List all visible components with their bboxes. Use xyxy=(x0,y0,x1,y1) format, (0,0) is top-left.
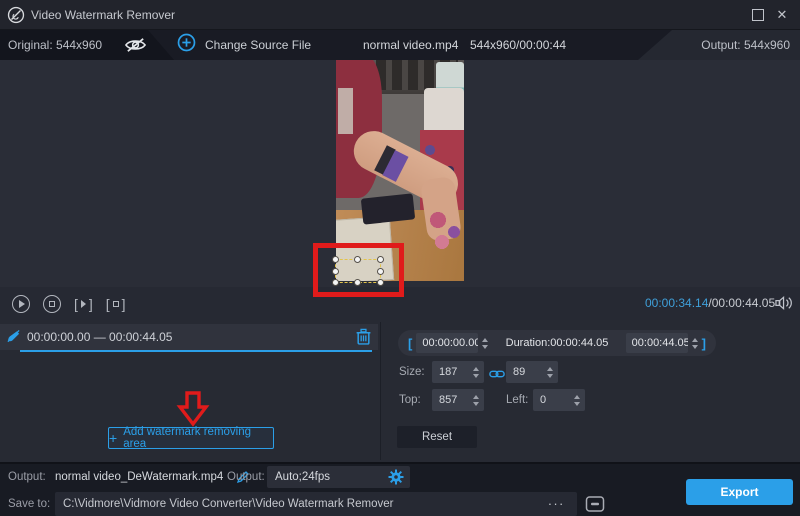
end-time-input[interactable] xyxy=(626,333,688,353)
top-stepper[interactable] xyxy=(473,395,479,406)
stop-segment-icon xyxy=(113,301,119,307)
top-field xyxy=(432,389,484,411)
plus-circle-icon xyxy=(177,33,196,57)
change-source-label: Change Source File xyxy=(205,38,311,52)
output-info-tab: Output: 544x960 xyxy=(638,30,800,60)
save-path-value: C:\Vidmore\Vidmore Video Converter\Video… xyxy=(63,492,393,516)
transport-buttons: [] [] xyxy=(12,294,126,313)
output-bar: Output: normal video_DeWatermark.mp4 Out… xyxy=(0,462,800,516)
video-art-layer xyxy=(361,193,415,224)
trim-end-bracket[interactable]: ] xyxy=(702,336,706,351)
stop-icon xyxy=(49,301,55,307)
original-resolution-label: Original: 544x960 xyxy=(8,30,102,60)
watermark-segment-row[interactable]: 00:00:00.00 — 00:00:44.05 xyxy=(0,324,378,350)
play-icon xyxy=(19,300,25,308)
start-time-input[interactable] xyxy=(416,333,478,353)
app-window: Video Watermark Remover ✕ Original: 544x… xyxy=(0,0,800,516)
export-button[interactable]: Export xyxy=(686,479,793,505)
end-time-stepper[interactable] xyxy=(692,338,698,349)
title-bar: Video Watermark Remover ✕ xyxy=(0,0,800,30)
link-ratio-icon[interactable] xyxy=(489,366,505,384)
browse-ellipsis-button[interactable]: ... xyxy=(548,489,565,513)
open-folder-icon[interactable] xyxy=(585,495,605,516)
size-label: Size: xyxy=(399,366,425,378)
stop-button[interactable] xyxy=(43,295,61,313)
width-input[interactable] xyxy=(439,366,473,378)
output-format-value: Auto;24fps xyxy=(275,466,330,488)
height-stepper[interactable] xyxy=(547,367,553,378)
height-field xyxy=(506,361,558,383)
save-to-label: Save to: xyxy=(8,498,50,510)
change-source-file-button[interactable]: Change Source File xyxy=(177,30,311,60)
preview-toggle-eye-icon[interactable] xyxy=(124,37,147,58)
play-button[interactable] xyxy=(12,295,30,313)
maximize-button[interactable] xyxy=(752,9,764,21)
source-bar: Original: 544x960 Change Source File nor… xyxy=(0,30,800,60)
total-time: /00:00:44.05 xyxy=(708,296,775,310)
close-button[interactable]: ✕ xyxy=(772,0,792,30)
stop-segment-button[interactable]: [] xyxy=(106,296,126,312)
output-file-name: normal video_DeWatermark.mp4 xyxy=(55,471,223,483)
lower-panels: 00:00:00.00 — 00:00:44.05 + Add watermar… xyxy=(0,320,800,462)
left-input[interactable] xyxy=(540,394,574,406)
annotation-highlight-rect xyxy=(313,243,404,297)
window-title: Video Watermark Remover xyxy=(31,0,175,30)
delete-segment-icon[interactable] xyxy=(356,328,371,350)
width-stepper[interactable] xyxy=(473,367,479,378)
panel-divider xyxy=(380,322,381,460)
top-input[interactable] xyxy=(439,394,473,406)
segment-trim-bar: [ Duration:00:00:44.05 ] xyxy=(398,330,716,356)
output-file-label: Output: xyxy=(8,471,46,483)
top-label: Top: xyxy=(399,394,421,406)
start-time-stepper[interactable] xyxy=(482,338,488,349)
save-path-field[interactable]: C:\Vidmore\Vidmore Video Converter\Video… xyxy=(55,492,577,516)
play-segment-icon xyxy=(81,300,86,308)
left-stepper[interactable] xyxy=(574,395,580,406)
annotation-arrow-icon xyxy=(176,391,210,432)
output-resolution-label: Output: 544x960 xyxy=(701,30,790,60)
left-label: Left: xyxy=(506,394,528,406)
loaded-file-name: normal video.mp4 xyxy=(363,30,458,60)
loaded-file-meta: 544x960/00:00:44 xyxy=(470,30,566,60)
trim-start-bracket[interactable]: [ xyxy=(408,336,412,351)
app-logo-icon xyxy=(7,6,25,24)
gear-icon[interactable] xyxy=(388,469,404,490)
height-input[interactable] xyxy=(513,366,547,378)
width-field xyxy=(432,361,484,383)
video-art-layer xyxy=(428,208,464,252)
original-info-tab: Original: 544x960 xyxy=(0,30,176,60)
play-segment-button[interactable]: [] xyxy=(74,296,93,312)
current-time: 00:00:34.14 xyxy=(645,296,708,310)
output-format-label: Output: xyxy=(227,471,265,483)
duration-label: Duration:00:00:44.05 xyxy=(492,337,621,349)
output-format-select[interactable]: Auto;24fps xyxy=(267,466,410,488)
plus-icon: + xyxy=(109,431,117,445)
time-display: 00:00:34.14/00:00:44.05 xyxy=(645,287,775,320)
segment-selected-underline xyxy=(20,350,372,352)
reset-button[interactable]: Reset xyxy=(397,426,477,448)
segment-time-range: 00:00:00.00 — 00:00:44.05 xyxy=(27,324,172,350)
left-field xyxy=(533,389,585,411)
watermark-segment-icon xyxy=(6,329,21,349)
video-art-layer xyxy=(338,88,353,134)
volume-icon[interactable] xyxy=(775,295,794,316)
